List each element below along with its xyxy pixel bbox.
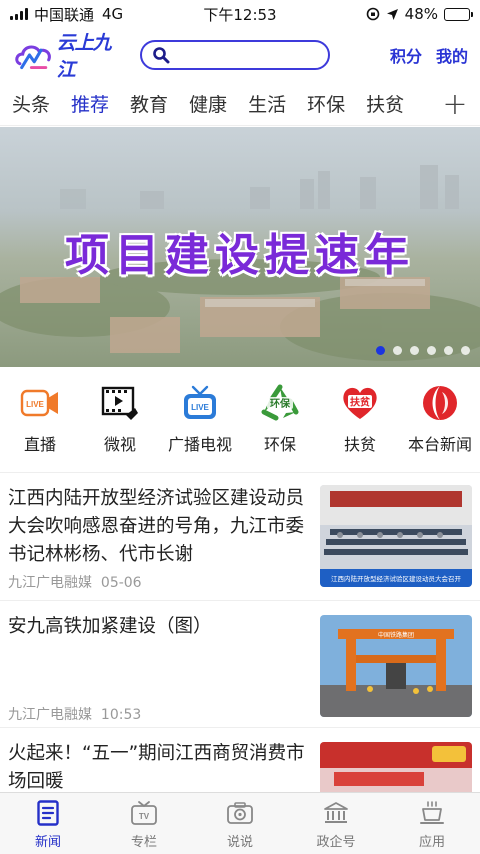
- logo-text: 云上九江: [56, 33, 112, 81]
- nav-label: 新闻: [34, 835, 61, 850]
- location-arrow-icon: [386, 8, 398, 20]
- svg-text:中国铁路集团: 中国铁路集团: [378, 631, 414, 639]
- news-time: 05-06: [100, 575, 142, 591]
- news-icon: [33, 799, 63, 827]
- nav-government[interactable]: 政企号: [288, 793, 384, 854]
- my-profile-link[interactable]: 我的: [436, 43, 468, 67]
- search-icon: [153, 47, 170, 64]
- news-feed: 江西内陆开放型经济试验区建设动员大会吹响感恩奋进的号角，九江市委书记林彬杨、代市…: [0, 472, 480, 844]
- banner-title: 项目建设提速年: [65, 230, 415, 281]
- news-source: 九江广电融媒: [8, 707, 92, 723]
- news-meta: 九江广电融媒 10:53: [8, 704, 141, 724]
- carousel-dot[interactable]: [393, 346, 402, 355]
- news-source: 九江广电融媒: [8, 575, 92, 591]
- nav-talk[interactable]: 说说: [192, 793, 288, 854]
- news-thumbnail: 中国铁路集团: [320, 615, 472, 717]
- battery-icon: [444, 7, 473, 21]
- svg-text:环保: 环保: [270, 397, 291, 410]
- government-icon: [321, 799, 351, 827]
- channel-label: 直播: [23, 435, 56, 454]
- channel-live[interactable]: LIVE 直播: [0, 377, 80, 467]
- channel-poverty-relief[interactable]: 扶贫 扶贫: [320, 377, 400, 467]
- channel-label: 广播电视: [167, 435, 232, 454]
- cloud-logo-icon: [15, 45, 51, 70]
- video-film-icon: [100, 383, 140, 423]
- status-bar: 中国联通 4G 下午12:53 48%: [0, 0, 480, 28]
- carousel-dot[interactable]: [427, 346, 436, 355]
- news-item[interactable]: 火起来！“五一”期间江西商贸消费市场回暖: [0, 727, 480, 844]
- tab-health[interactable]: 健康: [189, 90, 227, 117]
- news-time: 10:53: [100, 707, 142, 723]
- svg-text:江西内陆开放型经济试验区建设动员大会召开: 江西内陆开放型经济试验区建设动员大会召开: [331, 574, 462, 583]
- camera-icon: [225, 799, 255, 827]
- rotation-lock-icon: [366, 7, 379, 21]
- news-item[interactable]: 江西内陆开放型经济试验区建设动员大会吹响感恩奋进的号角，九江市委书记林彬杨、代市…: [0, 472, 480, 600]
- apps-cup-icon: [417, 799, 447, 827]
- tab-environment[interactable]: 环保: [307, 90, 345, 117]
- news-item[interactable]: 安九高铁加紧建设（图） 九江广电融媒 10:53 中国铁路集团: [0, 600, 480, 727]
- poverty-heart-icon: 扶贫: [340, 383, 380, 423]
- tab-recommended[interactable]: 推荐: [71, 90, 109, 117]
- tab-poverty-relief[interactable]: 扶贫: [366, 90, 404, 117]
- nav-label: 应用: [418, 835, 445, 850]
- carousel-dot[interactable]: [410, 346, 419, 355]
- news-title: 火起来！“五一”期间江西商贸消费市场回暖: [8, 743, 305, 792]
- nav-label: 专栏: [130, 835, 157, 850]
- channel-station-news[interactable]: 本台新闻: [400, 377, 480, 467]
- add-tab-button[interactable]: +: [430, 82, 480, 125]
- app-header: 云上九江 积分 我的: [0, 28, 480, 82]
- tv-column-icon: TV: [129, 799, 159, 827]
- channel-shortcuts: LIVE 直播 微视 LIVE 广播电视 环保 环保 扶贫 扶贫 本台新闻: [0, 377, 480, 467]
- news-title: 安九高铁加紧建设（图）: [8, 616, 212, 637]
- battery-percent: 48%: [404, 5, 438, 23]
- channel-microvideo[interactable]: 微视: [80, 377, 160, 467]
- category-tabs: 头条 推荐 教育 健康 生活 环保 扶贫 +: [0, 82, 480, 126]
- nav-label: 政企号: [316, 835, 356, 850]
- banner-carousel[interactable]: 项目建设提速年: [0, 127, 480, 367]
- tab-life[interactable]: 生活: [248, 90, 286, 117]
- tab-headlines[interactable]: 头条: [12, 90, 50, 117]
- live-camera-icon: LIVE: [20, 383, 60, 423]
- channel-label: 微视: [103, 435, 136, 454]
- signal-icon: [10, 8, 28, 20]
- carousel-dot[interactable]: [376, 346, 385, 355]
- carrier-name: 中国联通: [34, 5, 95, 24]
- search-input[interactable]: [176, 43, 328, 67]
- svg-text:扶贫: 扶贫: [350, 396, 371, 409]
- nav-apps[interactable]: 应用: [384, 793, 480, 854]
- channel-label: 本台新闻: [407, 435, 472, 454]
- tab-education[interactable]: 教育: [130, 90, 168, 117]
- carousel-dot[interactable]: [444, 346, 453, 355]
- tv-icon: LIVE: [180, 383, 220, 423]
- svg-text:LIVE: LIVE: [26, 400, 44, 409]
- bottom-navigation: 新闻 TV 专栏 说说 政企号 应用: [0, 792, 480, 854]
- points-link[interactable]: 积分: [390, 43, 422, 67]
- svg-text:LIVE: LIVE: [191, 403, 209, 412]
- app-logo[interactable]: 云上九江: [14, 28, 126, 82]
- news-thumbnail: 江西内陆开放型经济试验区建设动员大会召开: [320, 485, 472, 587]
- carousel-dot[interactable]: [461, 346, 470, 355]
- channel-environment[interactable]: 环保 环保: [240, 377, 320, 467]
- channel-label: 环保: [263, 435, 296, 454]
- station-logo-icon: [420, 383, 460, 423]
- nav-news[interactable]: 新闻: [0, 793, 96, 854]
- news-title: 江西内陆开放型经济试验区建设动员大会吹响感恩奋进的号角，九江市委书记林彬杨、代市…: [8, 488, 305, 565]
- carousel-dots: [376, 346, 470, 355]
- network-type: 4G: [102, 5, 124, 23]
- channel-label: 扶贫: [343, 435, 376, 454]
- news-meta: 九江广电融媒 05-06: [8, 572, 142, 592]
- channel-broadcast-tv[interactable]: LIVE 广播电视: [160, 377, 240, 467]
- svg-text:TV: TV: [139, 812, 150, 821]
- nav-column[interactable]: TV 专栏: [96, 793, 192, 854]
- recycle-icon: 环保: [260, 383, 300, 423]
- search-box[interactable]: [140, 40, 330, 70]
- nav-label: 说说: [226, 835, 253, 850]
